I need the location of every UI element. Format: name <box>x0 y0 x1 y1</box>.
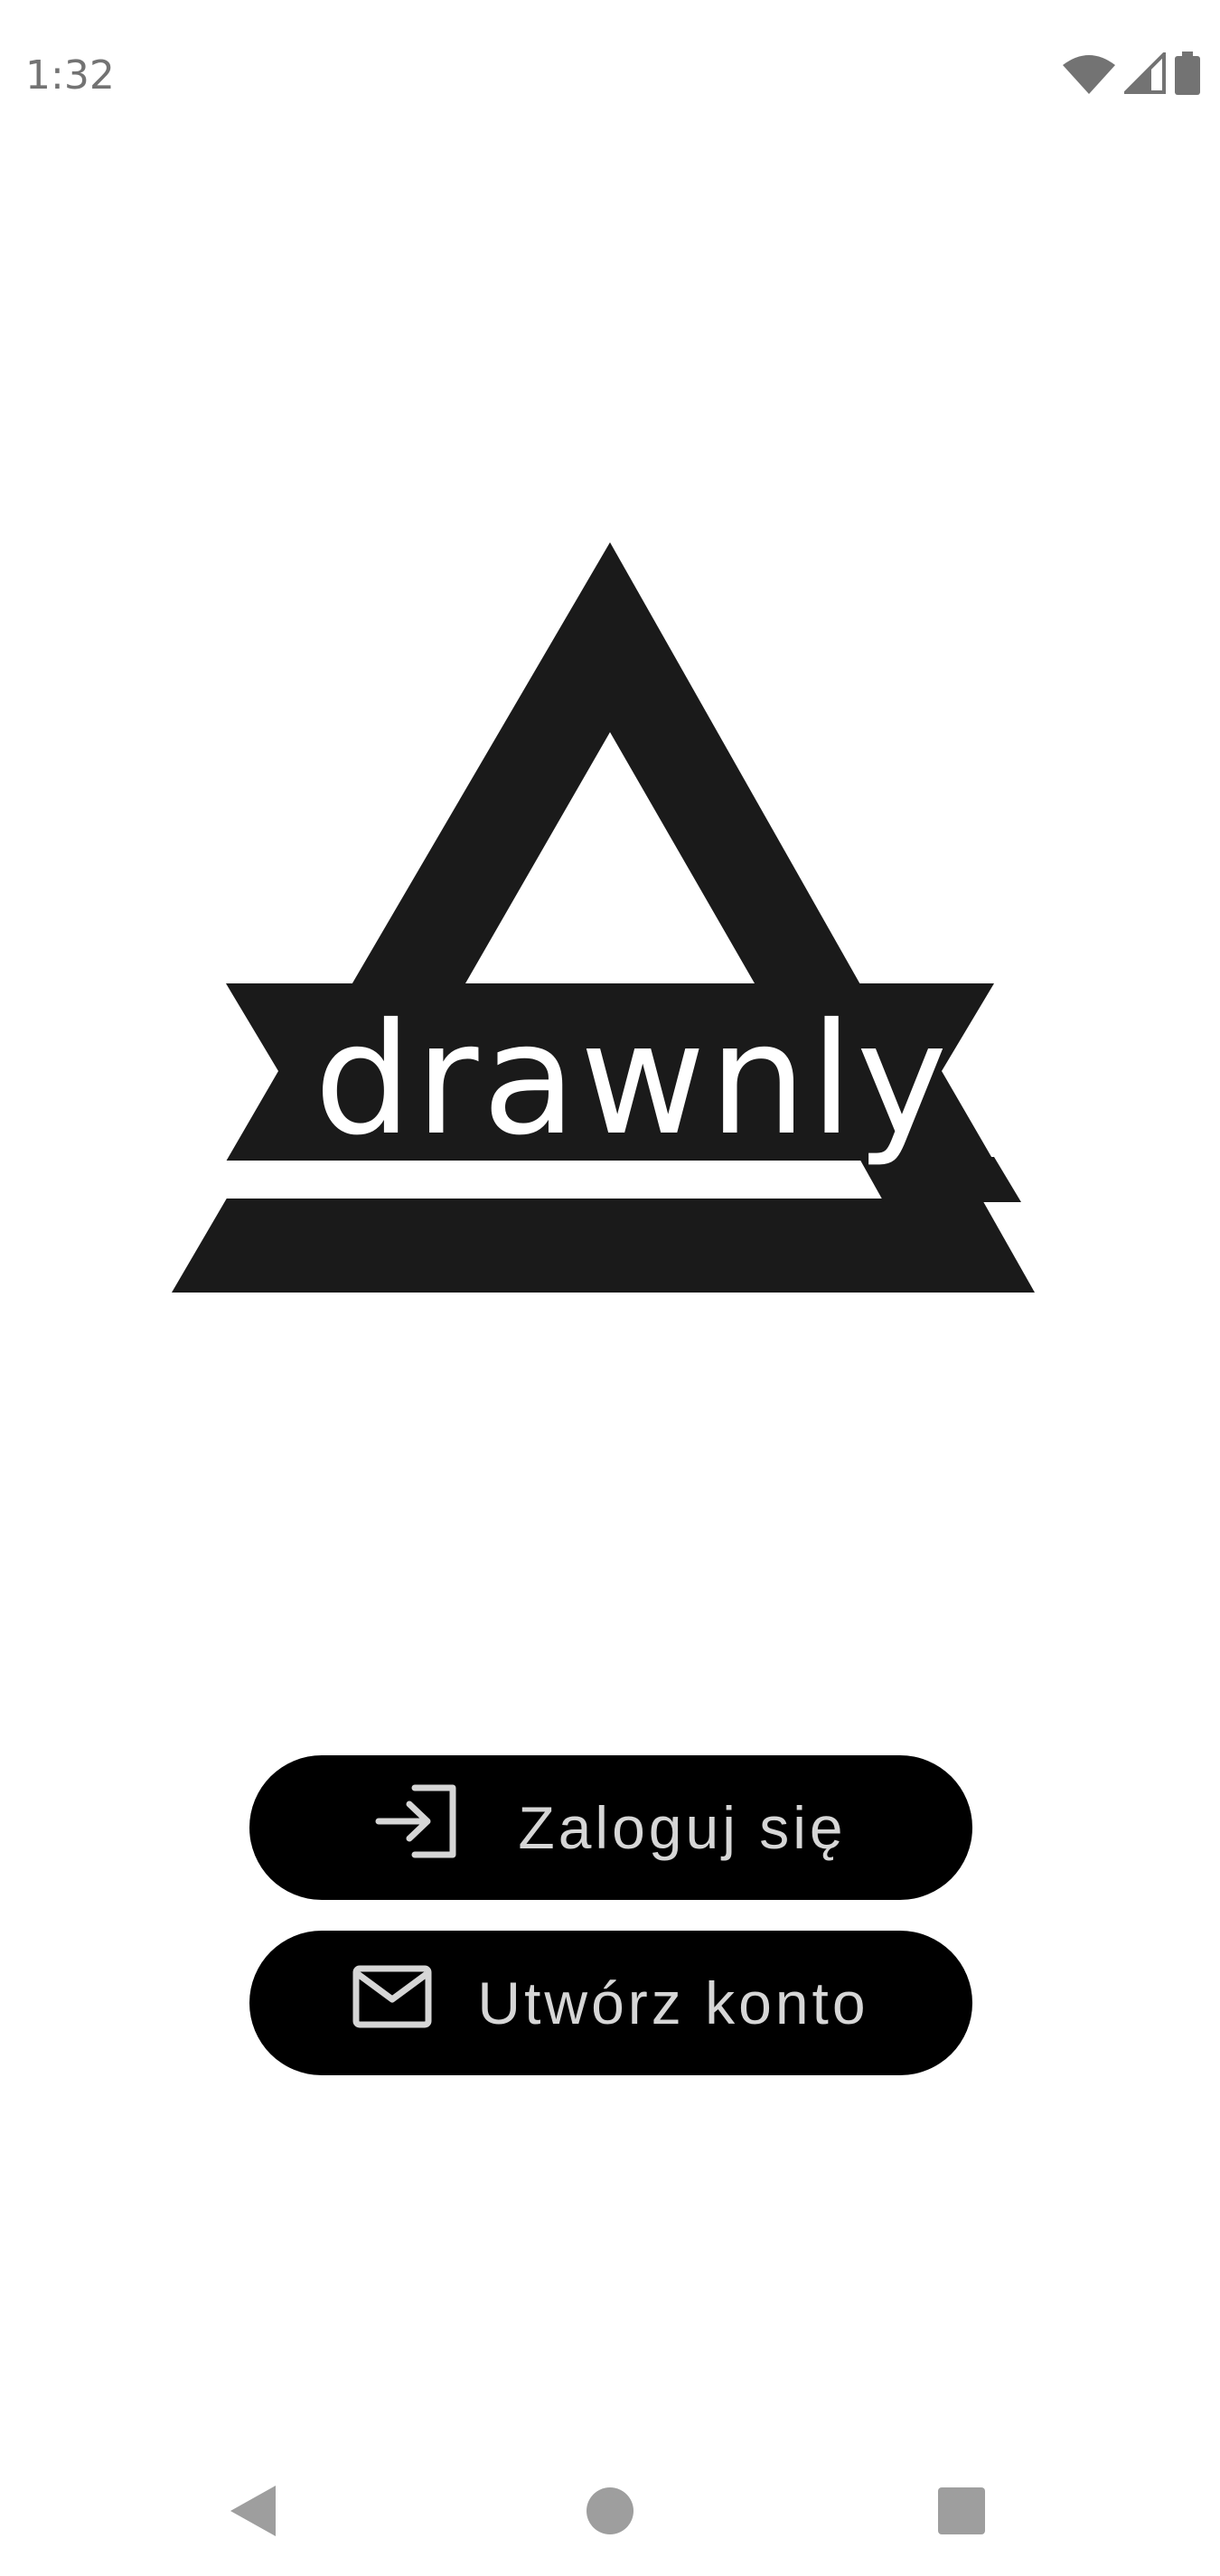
login-label: Zaloguj się <box>518 1794 847 1861</box>
signup-label: Utwórz konto <box>477 1970 869 2036</box>
signal-icon <box>1121 49 1166 99</box>
login-icon <box>375 1784 458 1872</box>
back-icon <box>230 2485 276 2541</box>
home-icon <box>587 2487 633 2539</box>
mail-icon <box>352 1965 432 2042</box>
status-icons <box>1063 49 1200 99</box>
signup-button[interactable]: Utwórz konto <box>249 1931 972 2075</box>
navigation-bar <box>0 2440 1220 2576</box>
drawnly-logo: drawnly <box>172 542 1048 1302</box>
status-time: 1:32 <box>25 52 115 99</box>
battery-icon <box>1175 51 1200 99</box>
wifi-icon <box>1063 52 1115 99</box>
logo-wordmark: drawnly <box>314 991 952 1170</box>
status-bar: 1:32 <box>0 0 1220 154</box>
login-button[interactable]: Zaloguj się <box>249 1755 972 1900</box>
home-button[interactable] <box>574 2477 646 2549</box>
back-button[interactable] <box>217 2477 289 2549</box>
recents-icon <box>938 2487 985 2539</box>
recents-button[interactable] <box>925 2477 998 2549</box>
